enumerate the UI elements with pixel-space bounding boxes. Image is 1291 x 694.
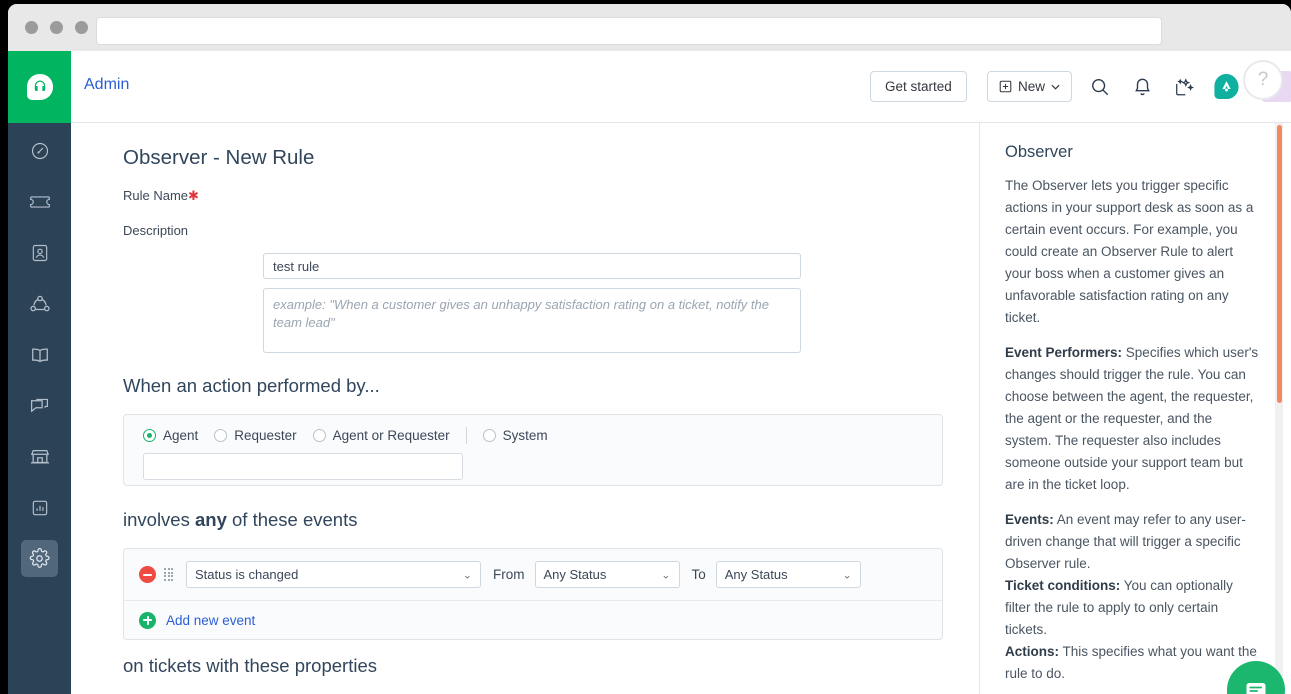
app-viewport: Admin Get started New Observer - New Rul… <box>8 51 1291 694</box>
radio-system-indicator <box>482 429 496 442</box>
conditions-heading: on tickets with these properties <box>123 655 377 676</box>
avatar[interactable] <box>1213 73 1240 100</box>
sidebar-item-social[interactable] <box>21 285 58 322</box>
required-marker: ✱ <box>188 188 199 203</box>
add-new-event-label: Add new event <box>166 612 256 628</box>
event-row: Status is changed ⌄ From Any Status ⌄ To… <box>124 549 942 601</box>
main-content: Observer - New Rule Rule Name✱ Descripti… <box>71 123 979 694</box>
help-paragraph: Events: An event may refer to any user-d… <box>1005 512 1246 571</box>
contact-card-icon <box>32 244 47 261</box>
get-started-button[interactable]: Get started <box>870 71 967 102</box>
bell-icon <box>1134 78 1150 96</box>
search-button[interactable] <box>1086 73 1114 101</box>
performer-panel: Agent Requester Agent or Requester Syste… <box>123 414 943 486</box>
drag-handle-icon[interactable] <box>164 568 175 581</box>
scrollbar-thumb[interactable] <box>1277 125 1282 403</box>
sidebar-item-dashboard[interactable] <box>21 132 58 169</box>
url-input[interactable] <box>96 17 1162 45</box>
chat-bubble-icon <box>1246 683 1266 694</box>
network-nodes-icon <box>29 295 50 311</box>
help-panel: Observer The Observer lets you trigger s… <box>979 123 1283 694</box>
rule-name-label: Rule Name✱ <box>123 188 199 203</box>
assist-button[interactable] <box>1170 73 1198 101</box>
help-panel-title: Observer <box>1005 143 1073 161</box>
add-new-event-button[interactable]: Add new event <box>124 601 942 639</box>
browser-chrome <box>8 4 1291 51</box>
events-panel: Status is changed ⌄ From Any Status ⌄ To… <box>123 548 943 640</box>
to-status-select[interactable]: Any Status ⌄ <box>715 561 861 588</box>
new-button-label: New <box>1018 79 1046 94</box>
plus-circle-icon <box>139 611 156 629</box>
help-paragraph: The Observer lets you trigger specific a… <box>1005 178 1254 325</box>
avatar-icon <box>1214 73 1239 100</box>
sidebar-item-marketplace[interactable] <box>21 438 58 475</box>
headset-logo-icon <box>26 74 53 100</box>
divider <box>465 427 467 444</box>
description-textarea[interactable] <box>263 288 801 353</box>
radio-agent-or-requester[interactable]: Agent or Requester <box>312 428 450 443</box>
sidebar-item-contacts[interactable] <box>21 234 58 271</box>
radio-agent-or-requester-indicator <box>312 429 326 442</box>
sparkle-wand-icon <box>1176 78 1194 96</box>
performer-input[interactable] <box>143 453 463 480</box>
radio-requester-indicator <box>214 429 228 442</box>
to-label: To <box>691 567 706 582</box>
window-close-dot[interactable] <box>25 21 38 34</box>
radio-requester[interactable]: Requester <box>214 428 297 443</box>
chat-bubbles-icon <box>31 398 48 413</box>
event-type-select[interactable]: Status is changed ⌄ <box>186 561 481 588</box>
bar-chart-icon <box>32 500 47 515</box>
chevron-down-icon <box>1051 84 1060 90</box>
open-book-icon <box>31 348 48 362</box>
ticket-icon <box>29 195 50 208</box>
scrollbar-track[interactable] <box>1275 123 1283 694</box>
window-maximize-dot[interactable] <box>75 21 88 34</box>
from-label: From <box>493 567 525 582</box>
top-navigation-bar: Admin Get started New <box>71 51 1291 123</box>
help-paragraph: Actions: This specifies what you want th… <box>1005 644 1257 681</box>
description-label: Description <box>123 223 189 238</box>
admin-title[interactable]: Admin <box>84 76 129 94</box>
brand-logo[interactable] <box>8 51 71 123</box>
new-button[interactable]: New <box>987 71 1073 102</box>
performer-heading: When an action performed by... <box>123 375 380 396</box>
plus-square-icon <box>999 80 1012 93</box>
help-paragraph: Event Performers: Specifies which user's… <box>1005 345 1259 492</box>
window-minimize-dot[interactable] <box>50 21 63 34</box>
gear-icon <box>29 548 50 568</box>
search-icon <box>1092 79 1109 96</box>
browser-window: Admin Get started New Observer - New Rul… <box>8 4 1291 694</box>
sidebar-item-admin[interactable] <box>21 540 58 577</box>
from-status-select[interactable]: Any Status ⌄ <box>534 561 680 588</box>
remove-event-button[interactable] <box>139 566 156 583</box>
storefront-icon <box>30 449 49 464</box>
radio-agent-indicator <box>143 429 156 442</box>
radio-system[interactable]: System <box>482 428 548 443</box>
chevron-down-icon: ⌄ <box>661 569 671 581</box>
notifications-button[interactable] <box>1128 73 1156 101</box>
sidebar-item-analytics[interactable] <box>21 489 58 526</box>
help-question-button[interactable]: ? <box>1243 60 1283 100</box>
events-heading: involves any of these events <box>123 509 358 530</box>
page-title: Observer - New Rule <box>123 146 315 169</box>
sidebar-item-solutions[interactable] <box>21 336 58 373</box>
chevron-down-icon: ⌄ <box>462 569 472 581</box>
left-navigation-rail <box>8 123 71 694</box>
help-paragraph: Ticket conditions: You can optionally fi… <box>1005 578 1233 637</box>
rule-name-input[interactable] <box>263 253 801 279</box>
chevron-down-icon: ⌄ <box>842 569 852 581</box>
speedometer-icon <box>31 142 48 159</box>
radio-agent[interactable]: Agent <box>143 428 198 443</box>
performer-radio-group: Agent Requester Agent or Requester Syste… <box>143 427 548 444</box>
sidebar-item-forums[interactable] <box>21 387 58 424</box>
sidebar-item-tickets[interactable] <box>21 183 58 220</box>
